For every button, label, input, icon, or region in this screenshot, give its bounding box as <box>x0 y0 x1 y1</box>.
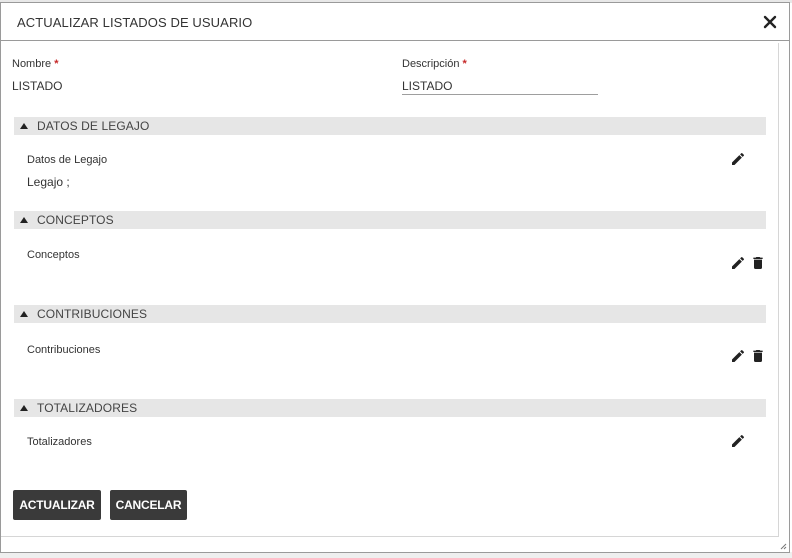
cancel-button[interactable]: CANCELAR <box>110 490 187 520</box>
section-title: CONTRIBUCIONES <box>37 307 148 321</box>
collapse-arrow-icon <box>20 123 28 129</box>
edit-contribuciones-button[interactable] <box>729 347 747 365</box>
update-button[interactable]: ACTUALIZAR <box>13 490 101 520</box>
section-header-contribuciones[interactable]: CONTRIBUCIONES <box>14 305 766 323</box>
collapse-arrow-icon <box>20 405 28 411</box>
collapse-arrow-icon <box>20 311 28 317</box>
nombre-value: LISTADO <box>12 79 63 93</box>
descripcion-label: Descripción * <box>402 58 467 70</box>
dialog-header: ACTUALIZAR LISTADOS DE USUARIO <box>1 3 789 41</box>
section-title: CONCEPTOS <box>37 213 114 227</box>
contribuciones-label: Contribuciones <box>27 344 101 356</box>
resize-grip-icon[interactable] <box>779 542 787 550</box>
section-header-totalizadores[interactable]: TOTALIZADORES <box>14 399 766 417</box>
section-header-datos-de-legajo[interactable]: DATOS DE LEGAJO <box>14 117 766 135</box>
close-button[interactable] <box>757 9 783 35</box>
delete-icon <box>753 257 763 269</box>
edit-icon <box>732 434 745 447</box>
delete-conceptos-button[interactable] <box>749 254 767 272</box>
required-mark: * <box>54 58 59 70</box>
delete-icon <box>753 350 763 362</box>
edit-totalizadores-button[interactable] <box>729 432 747 450</box>
required-mark: * <box>462 58 467 70</box>
update-user-list-dialog: ACTUALIZAR LISTADOS DE USUARIO Nombre * … <box>0 2 790 553</box>
totalizadores-label: Totalizadores <box>27 436 92 448</box>
edit-icon <box>732 256 745 269</box>
edit-icon <box>732 349 745 362</box>
nombre-label: Nombre * <box>12 58 59 70</box>
datos-de-legajo-value: Legajo ; <box>27 175 70 189</box>
section-title: TOTALIZADORES <box>37 401 138 415</box>
collapse-arrow-icon <box>20 217 28 223</box>
descripcion-input[interactable] <box>402 78 598 95</box>
edit-conceptos-button[interactable] <box>729 254 747 272</box>
close-icon <box>763 15 777 29</box>
section-header-conceptos[interactable]: CONCEPTOS <box>14 211 766 229</box>
edit-datos-de-legajo-button[interactable] <box>729 150 747 168</box>
section-title: DATOS DE LEGAJO <box>37 119 150 133</box>
conceptos-label: Conceptos <box>27 249 80 261</box>
delete-contribuciones-button[interactable] <box>749 347 767 365</box>
edit-icon <box>732 152 745 165</box>
dialog-title: ACTUALIZAR LISTADOS DE USUARIO <box>17 15 253 30</box>
datos-de-legajo-label: Datos de Legajo <box>27 154 108 166</box>
